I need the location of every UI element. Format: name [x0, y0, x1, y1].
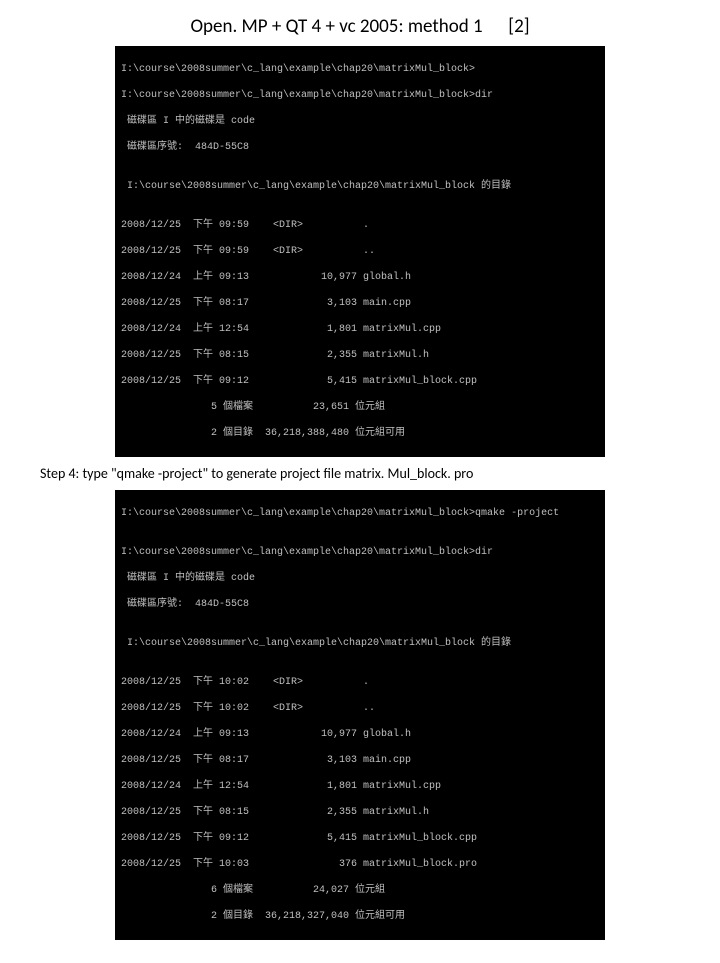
- dir-row: 2008/12/24 上午 12:54 1,801 matrixMul.cpp: [121, 780, 599, 793]
- dir-row: 2008/12/25 下午 10:02 <DIR> ..: [121, 702, 599, 715]
- term-line: I:\course\2008summer\c_lang\example\chap…: [121, 637, 599, 650]
- dir-row: 2008/12/25 下午 08:15 2,355 matrixMul.h: [121, 806, 599, 819]
- dir-row: 2008/12/25 下午 09:12 5,415 matrixMul_bloc…: [121, 832, 599, 845]
- page-marker: [2]: [508, 15, 529, 38]
- term-line: I:\course\2008summer\c_lang\example\chap…: [121, 180, 599, 193]
- term-line: I:\course\2008summer\c_lang\example\chap…: [121, 63, 599, 76]
- dir-summary: 6 個檔案 24,027 位元組: [121, 884, 599, 897]
- dir-summary: 2 個目錄 36,218,327,040 位元組可用: [121, 910, 599, 923]
- dir-row: 2008/12/24 上午 09:13 10,977 global.h: [121, 728, 599, 741]
- slide: Open. MP + QT 4 + vc 2005: method 1 [2] …: [0, 0, 720, 963]
- term-line: 磁碟區 I 中的磁碟是 code: [121, 115, 599, 128]
- terminal-1: I:\course\2008summer\c_lang\example\chap…: [115, 46, 605, 457]
- dir-row: 2008/12/24 上午 12:54 1,801 matrixMul.cpp: [121, 323, 599, 336]
- term-line: I:\course\2008summer\c_lang\example\chap…: [121, 546, 599, 559]
- dir-row: 2008/12/25 下午 09:59 <DIR> ..: [121, 245, 599, 258]
- slide-title: Open. MP + QT 4 + vc 2005: method 1: [190, 15, 482, 38]
- term-line: 磁碟區序號: 484D-55C8: [121, 598, 599, 611]
- dir-row: 2008/12/25 下午 09:12 5,415 matrixMul_bloc…: [121, 375, 599, 388]
- dir-row: 2008/12/25 下午 08:17 3,103 main.cpp: [121, 297, 599, 310]
- title-row: Open. MP + QT 4 + vc 2005: method 1 [2]: [40, 15, 680, 38]
- term-line: I:\course\2008summer\c_lang\example\chap…: [121, 507, 599, 520]
- dir-summary: 5 個檔案 23,651 位元組: [121, 401, 599, 414]
- dir-row: 2008/12/25 下午 08:17 3,103 main.cpp: [121, 754, 599, 767]
- term-line: 磁碟區序號: 484D-55C8: [121, 141, 599, 154]
- dir-row: 2008/12/25 下午 10:03 376 matrixMul_block.…: [121, 858, 599, 871]
- term-line: 磁碟區 I 中的磁碟是 code: [121, 572, 599, 585]
- dir-row: 2008/12/25 下午 10:02 <DIR> .: [121, 676, 599, 689]
- dir-summary: 2 個目錄 36,218,388,480 位元組可用: [121, 427, 599, 440]
- dir-row: 2008/12/24 上午 09:13 10,977 global.h: [121, 271, 599, 284]
- step-4-text: Step 4: type "qmake -project" to generat…: [40, 465, 680, 482]
- dir-row: 2008/12/25 下午 08:15 2,355 matrixMul.h: [121, 349, 599, 362]
- terminal-2: I:\course\2008summer\c_lang\example\chap…: [115, 490, 605, 940]
- term-line: I:\course\2008summer\c_lang\example\chap…: [121, 89, 599, 102]
- dir-row: 2008/12/25 下午 09:59 <DIR> .: [121, 219, 599, 232]
